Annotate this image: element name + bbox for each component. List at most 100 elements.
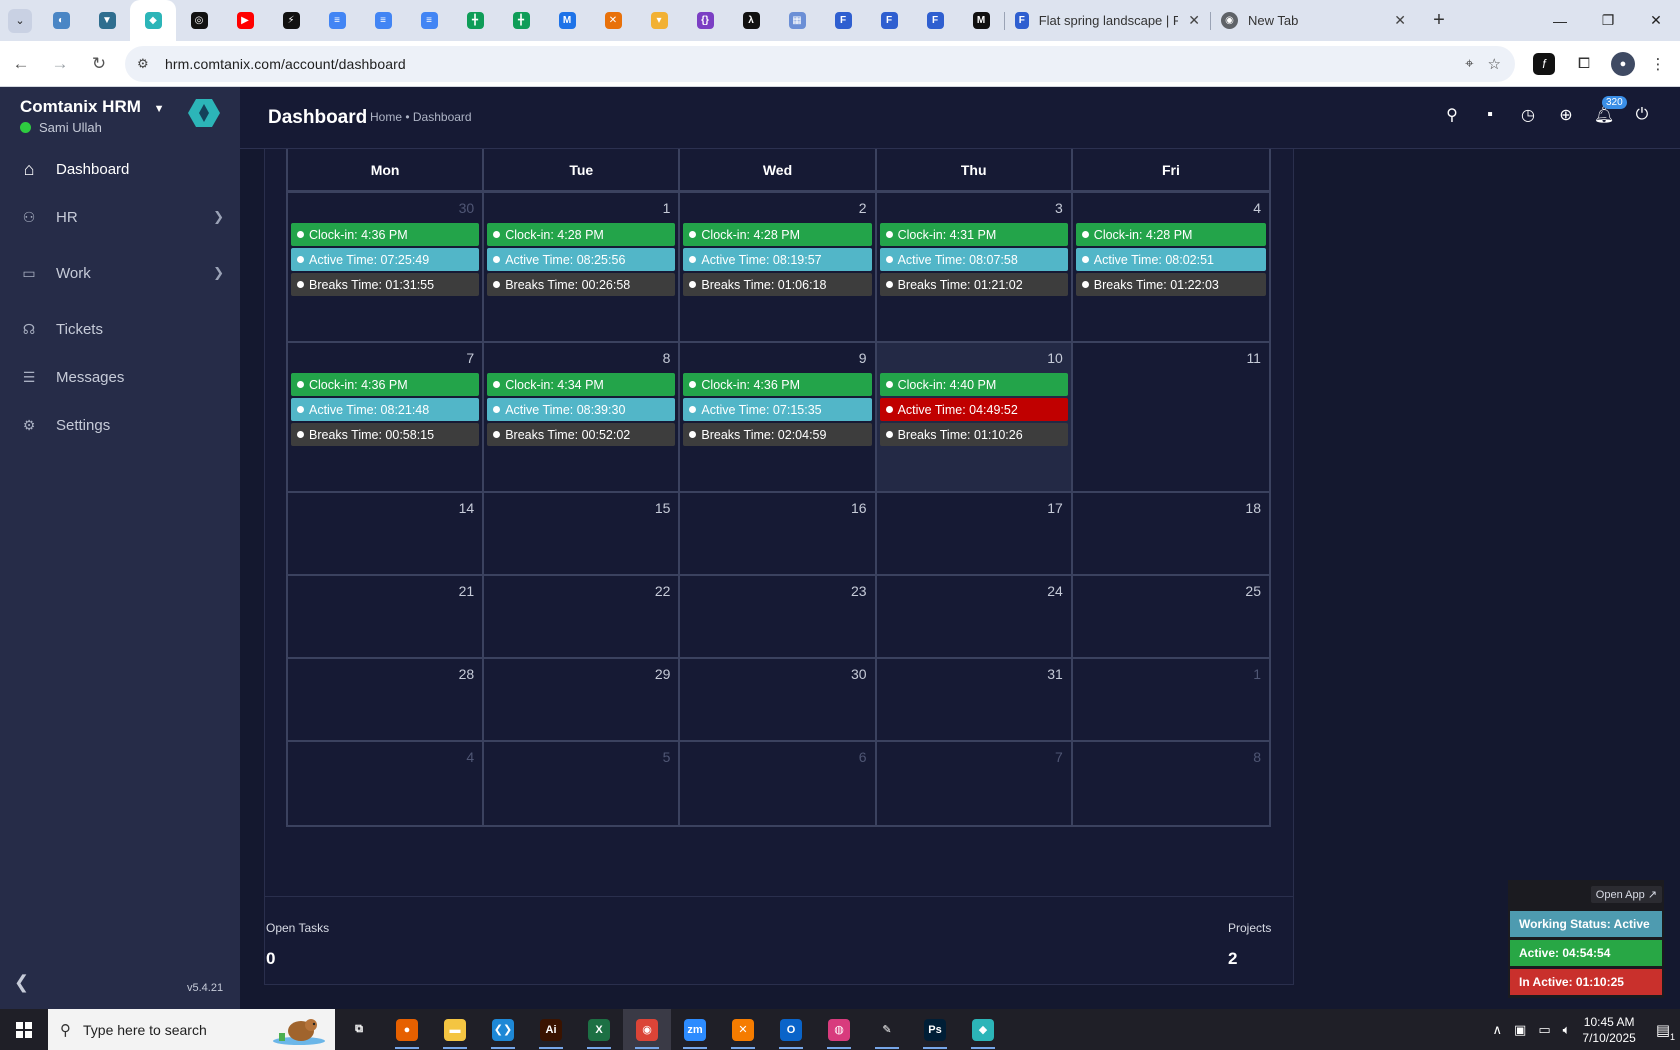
day-number[interactable]: 24 [1047,583,1063,599]
calendar-day-cell[interactable]: 31 [877,659,1073,740]
sidebar-item-tickets[interactable]: ☊ Tickets [0,305,240,353]
day-number[interactable]: 7 [466,350,474,366]
calendar-day-cell[interactable]: 8 [1073,742,1269,825]
breadcrumb[interactable]: Home • Dashboard [370,110,472,124]
event-breaks[interactable]: Breaks Time: 01:06:18 [683,273,872,296]
pinned-tab-favicon-6[interactable]: ⚡ [268,0,314,41]
profile-avatar-icon[interactable]: ● [1611,51,1635,76]
close-tab-icon[interactable]: ✕ [1188,12,1200,29]
event-clockin[interactable]: Clock-in: 4:31 PM [879,223,1068,246]
taskbar-app-xampp[interactable]: ✕ [719,1009,767,1050]
event-breaks[interactable]: Breaks Time: 00:58:15 [291,423,480,446]
pinned-tab-favicon-12[interactable]: M [544,0,590,41]
calendar-day-cell[interactable]: 4 Clock-in: 4:28 PM Active Time: 08:02:51 B… [1073,193,1269,341]
calendar-day-cell[interactable]: 7 Clock-in: 4:36 PM Active Time: 08:21:48 B… [288,343,485,491]
sidebar-item-work[interactable]: ▭ Work ❯ [0,249,240,297]
open-app-button[interactable]: Open App ↗ [1590,886,1662,903]
taskbar-app-chrome[interactable]: ◉ [623,1009,671,1050]
calendar-day-cell[interactable]: 29 [484,659,681,740]
calendar-day-cell[interactable]: 16 [680,493,877,574]
calendar-day-cell[interactable]: 18 [1073,493,1269,574]
network-icon[interactable]: ▭ [1538,1022,1550,1038]
tab-flat-spring-landscape[interactable]: F Flat spring landscape | Free V ✕ [1005,0,1210,41]
pinned-tab-docs-3[interactable]: ≡ [406,0,452,41]
pinned-tab-favicon-13[interactable]: ✕ [590,0,636,41]
day-number[interactable]: 10 [1047,350,1063,366]
day-number[interactable]: 1 [663,200,671,216]
calendar-day-cell[interactable]: 9 Clock-in: 4:36 PM Active Time: 07:15:35 B… [680,343,877,491]
taskbar-app-zoom[interactable]: zm [671,1009,719,1050]
pinned-tab-favicon-14[interactable]: ▾ [636,0,682,41]
day-number[interactable]: 2 [859,200,867,216]
day-number[interactable]: 11 [1246,350,1261,366]
taskbar-app-hrm-app[interactable]: ◆ [959,1009,1007,1050]
projects-value[interactable]: 2 [1228,949,1237,969]
taskbar-app-photoshop[interactable]: Ps [911,1009,959,1050]
back-icon[interactable]: ← [3,46,39,82]
location-icon[interactable]: ⌖ [1465,55,1473,73]
browser-menu-icon[interactable]: ⋮ [1641,47,1675,81]
tab-new-tab[interactable]: ◉ New Tab ✕ [1211,0,1416,41]
event-breaks[interactable]: Breaks Time: 00:52:02 [487,423,676,446]
taskbar-app-outlook[interactable]: O [767,1009,815,1050]
pinned-tab-favicon-17[interactable]: ▦ [774,0,820,41]
taskbar-app-firefox[interactable]: ● [383,1009,431,1050]
calendar-day-cell[interactable]: 23 [680,576,877,657]
address-bar[interactable]: ⚙ hrm.comtanix.com/account/dashboard ⌖ ☆ [125,45,1515,82]
event-inactive[interactable]: Active Time: 04:49:52 [879,398,1068,421]
event-clockin[interactable]: Clock-in: 4:28 PM [1075,223,1266,246]
restore-icon[interactable]: ❐ [1584,0,1632,41]
event-clockin[interactable]: Clock-in: 4:28 PM [683,223,872,246]
day-number[interactable]: 22 [655,583,671,599]
pinned-tab-forms-1[interactable]: F [820,0,866,41]
calendar-day-cell[interactable]: 30 [680,659,877,740]
calendar-day-cell[interactable]: 2 Clock-in: 4:28 PM Active Time: 08:19:57 B… [680,193,877,341]
pinned-tab-forms-3[interactable]: F [912,0,958,41]
event-breaks[interactable]: Breaks Time: 01:31:55 [291,273,480,296]
extension-icon[interactable]: f [1527,47,1561,81]
event-active[interactable]: Active Time: 08:25:56 [487,248,676,271]
day-number[interactable]: 21 [459,583,475,599]
event-active[interactable]: Active Time: 08:19:57 [683,248,872,271]
calendar-day-cell[interactable]: 15 [484,493,681,574]
day-number[interactable]: 8 [663,350,671,366]
site-settings-icon[interactable]: ⚙ [137,56,159,72]
pinned-tab-docs-1[interactable]: ≡ [314,0,360,41]
event-breaks[interactable]: Breaks Time: 01:21:02 [879,273,1068,296]
tab-search-button[interactable]: ⌄ [8,8,32,33]
event-active[interactable]: Active Time: 07:15:35 [683,398,872,421]
day-number[interactable]: 29 [655,666,671,682]
new-tab-button[interactable]: + [1424,6,1454,36]
pinned-tab-favicon-21[interactable]: M [958,0,1004,41]
device-icon[interactable]: ▣ [1514,1022,1526,1038]
pinned-tab-favicon-16[interactable]: λ [728,0,774,41]
day-number[interactable]: 25 [1245,583,1261,599]
start-button[interactable] [0,1009,48,1050]
bell-icon[interactable]: 🔔︎ 320 [1594,96,1627,125]
event-breaks[interactable]: Breaks Time: 01:22:03 [1075,273,1266,296]
close-window-icon[interactable]: ✕ [1632,0,1680,41]
taskbar-app-vscode[interactable]: ❮❯ [479,1009,527,1050]
calendar-day-cell[interactable]: 5 [484,742,681,825]
pinned-tab-docs-2[interactable]: ≡ [360,0,406,41]
search-icon[interactable]: ⚲ [1442,105,1462,125]
extensions-puzzle-icon[interactable]: ⧠ [1567,47,1601,81]
taskbar-app-illustrator[interactable]: Ai [527,1009,575,1050]
event-clockin[interactable]: Clock-in: 4:40 PM [879,373,1068,396]
day-number[interactable]: 8 [1253,749,1261,765]
pinned-tab-favicon-hrm[interactable]: ◆ [130,0,176,41]
open-tasks-value[interactable]: 0 [266,949,275,969]
day-number[interactable]: 23 [851,583,867,599]
pinned-tab-favicon-4[interactable]: ◎ [176,0,222,41]
event-active[interactable]: Active Time: 07:25:49 [291,248,480,271]
pinned-tab-favicon-15[interactable]: {} [682,0,728,41]
reload-icon[interactable]: ↻ [81,46,117,82]
calendar-day-cell[interactable]: 22 [484,576,681,657]
calendar-day-cell[interactable]: 21 [288,576,485,657]
event-breaks[interactable]: Breaks Time: 00:26:58 [487,273,676,296]
day-number[interactable]: 28 [459,666,475,682]
sidebar-item-dashboard[interactable]: ⌂ Dashboard [0,145,240,193]
day-number[interactable]: 30 [851,666,867,682]
collapse-sidebar-icon[interactable]: ❮ [14,972,29,993]
day-number[interactable]: 18 [1245,500,1261,516]
